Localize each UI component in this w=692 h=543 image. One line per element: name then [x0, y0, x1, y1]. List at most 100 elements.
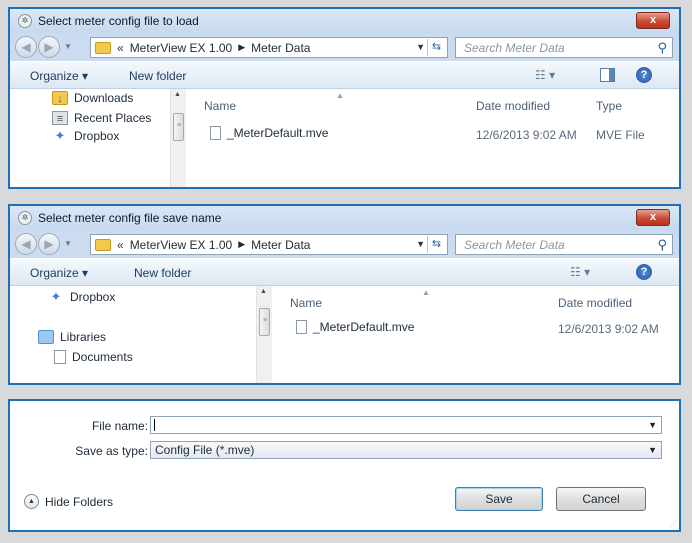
organize-menu[interactable]: Organize ▾ — [30, 266, 88, 280]
nav-item-label: Documents — [72, 350, 133, 364]
back-arrow-icon[interactable]: ◀ — [15, 36, 37, 58]
load-dialog: ✲ Select meter config file to load x ◀ ▶… — [8, 7, 681, 189]
hide-folders-label: Hide Folders — [45, 494, 114, 509]
breadcrumb-item[interactable]: Meter Data — [251, 238, 310, 252]
file-list: Name ▲ Date modified _MeterDefault.mve 1… — [272, 286, 679, 383]
cancel-button[interactable]: Cancel — [556, 487, 646, 511]
breadcrumb-overflow[interactable]: « — [117, 41, 124, 55]
search-input[interactable]: Search Meter Data ⚲ — [455, 234, 673, 255]
libraries-icon — [38, 330, 54, 344]
new-folder-button[interactable]: New folder — [129, 69, 186, 83]
downloads-folder-icon: ↓ — [52, 91, 68, 105]
breadcrumb-separator-icon[interactable]: ▶ — [238, 239, 245, 250]
navigation-pane: ✦ Dropbox Libraries Documents ▲ ≡ — [10, 286, 272, 383]
file-icon — [296, 320, 307, 334]
browser-content: ✦ Dropbox Libraries Documents ▲ ≡ Name ▲… — [10, 286, 679, 383]
column-header-name[interactable]: Name — [290, 296, 322, 310]
save-as-type-select[interactable]: Config File (*.mve) ▼ — [150, 441, 662, 459]
file-date-modified: 12/6/2013 9:02 AM — [476, 128, 577, 142]
file-name: _MeterDefault.mve — [227, 126, 329, 140]
change-view-icon[interactable]: ☷ ▾ — [535, 68, 555, 82]
change-view-icon[interactable]: ☷ ▾ — [570, 265, 590, 279]
title-bar: ✲ Select meter config file to load x — [10, 9, 679, 33]
file-row[interactable]: _MeterDefault.mve — [210, 126, 328, 140]
forward-arrow-icon[interactable]: ▶ — [38, 36, 60, 58]
file-name-label: File name: — [91, 419, 148, 433]
recent-locations-dropdown-icon[interactable]: ▼ — [64, 42, 72, 51]
breadcrumb-item[interactable]: MeterView EX 1.00 — [130, 238, 233, 252]
save-form-panel: File name: ▼ Save as type: Config File (… — [8, 399, 681, 532]
nav-scrollbar[interactable]: ▲ ≡ — [170, 89, 186, 187]
new-folder-button[interactable]: New folder — [134, 266, 191, 280]
address-bar[interactable]: « MeterView EX 1.00 ▶ Meter Data ▼ ⇆ — [90, 37, 448, 58]
address-bar[interactable]: « MeterView EX 1.00 ▶ Meter Data ▼ ⇆ — [90, 234, 448, 255]
scroll-up-arrow-icon[interactable]: ▲ — [174, 91, 181, 98]
column-header-date-modified[interactable]: Date modified — [558, 296, 632, 310]
nav-item-recent-places[interactable]: ≡ Recent Places — [52, 111, 151, 125]
file-name-dropdown-icon[interactable]: ▼ — [648, 417, 657, 433]
documents-icon — [54, 350, 66, 364]
column-header-name[interactable]: Name — [204, 99, 236, 113]
breadcrumb-item[interactable]: Meter Data — [251, 41, 310, 55]
search-placeholder: Search Meter Data — [464, 40, 565, 55]
nav-item-label: Libraries — [60, 330, 107, 344]
hide-folders-toggle[interactable]: ▲ Hide Folders — [24, 494, 113, 509]
browser-content: ↓ Downloads ≡ Recent Places ✦ Dropbox ▲ … — [10, 89, 679, 187]
refresh-icon[interactable]: ⇆ — [427, 236, 445, 253]
address-row: ◀ ▶ ▼ « MeterView EX 1.00 ▶ Meter Data ▼… — [10, 230, 679, 258]
organize-menu[interactable]: Organize ▾ — [30, 69, 88, 83]
nav-item-dropbox[interactable]: ✦ Dropbox — [52, 129, 120, 144]
nav-scrollbar[interactable]: ▲ ≡ — [256, 286, 272, 383]
refresh-icon[interactable]: ⇆ — [427, 39, 445, 56]
text-cursor — [154, 419, 155, 431]
nav-item-libraries[interactable]: Libraries — [38, 330, 106, 344]
save-dialog: ✲ Select meter config file save name x ◀… — [8, 204, 681, 385]
preview-pane-icon[interactable] — [600, 68, 615, 82]
breadcrumb-separator-icon[interactable]: ▶ — [238, 42, 245, 53]
close-button[interactable]: x — [636, 209, 670, 226]
save-as-type-label: Save as type: — [75, 444, 148, 458]
scroll-thumb[interactable]: ≡ — [259, 308, 270, 336]
command-toolbar: Organize ▾ New folder ☷ ▾ ? — [10, 258, 679, 286]
dropbox-icon: ✦ — [50, 289, 62, 304]
recent-places-icon: ≡ — [52, 111, 68, 125]
nav-item-label: Recent Places — [74, 111, 152, 125]
nav-item-downloads[interactable]: ↓ Downloads — [52, 91, 133, 105]
resize-grip-icon[interactable]: ⋰ — [670, 520, 677, 528]
file-list: Name ▲ Date modified Type _MeterDefault.… — [186, 89, 679, 187]
folder-icon — [95, 238, 111, 251]
recent-locations-dropdown-icon[interactable]: ▼ — [64, 239, 72, 248]
collapse-chevron-icon: ▲ — [24, 494, 39, 509]
address-dropdown-icon[interactable]: ▼ — [416, 42, 425, 52]
file-name-input[interactable]: ▼ — [150, 416, 662, 434]
sort-ascending-icon: ▲ — [336, 91, 344, 100]
nav-item-documents[interactable]: Documents — [54, 350, 133, 364]
navigation-pane: ↓ Downloads ≡ Recent Places ✦ Dropbox ▲ … — [10, 89, 186, 187]
search-input[interactable]: Search Meter Data ⚲ — [455, 37, 673, 58]
column-header-type[interactable]: Type — [596, 99, 622, 113]
title-bar: ✲ Select meter config file save name x — [10, 206, 679, 230]
save-as-type-dropdown-icon[interactable]: ▼ — [648, 442, 657, 458]
back-arrow-icon[interactable]: ◀ — [15, 233, 37, 255]
app-icon: ✲ — [18, 14, 32, 28]
search-icon[interactable]: ⚲ — [657, 40, 667, 56]
sort-ascending-icon: ▲ — [422, 288, 430, 297]
save-button[interactable]: Save — [455, 487, 543, 511]
breadcrumb-item[interactable]: MeterView EX 1.00 — [130, 41, 233, 55]
nav-item-label: Dropbox — [74, 129, 120, 143]
scroll-up-arrow-icon[interactable]: ▲ — [260, 288, 267, 295]
address-dropdown-icon[interactable]: ▼ — [416, 239, 425, 249]
breadcrumb-overflow[interactable]: « — [117, 238, 124, 252]
help-icon[interactable]: ? — [636, 264, 652, 280]
command-toolbar: Organize ▾ New folder ☷ ▾ ? — [10, 61, 679, 89]
help-icon[interactable]: ? — [636, 67, 652, 83]
nav-item-dropbox[interactable]: ✦ Dropbox — [48, 289, 116, 305]
column-header-date-modified[interactable]: Date modified — [476, 99, 550, 113]
scroll-thumb[interactable]: ≡ — [173, 113, 184, 141]
file-row[interactable]: _MeterDefault.mve — [296, 320, 414, 334]
search-placeholder: Search Meter Data — [464, 237, 565, 252]
search-icon[interactable]: ⚲ — [657, 237, 667, 253]
close-button[interactable]: x — [636, 12, 670, 29]
forward-arrow-icon[interactable]: ▶ — [38, 233, 60, 255]
dialog-title: Select meter config file save name — [38, 211, 222, 225]
